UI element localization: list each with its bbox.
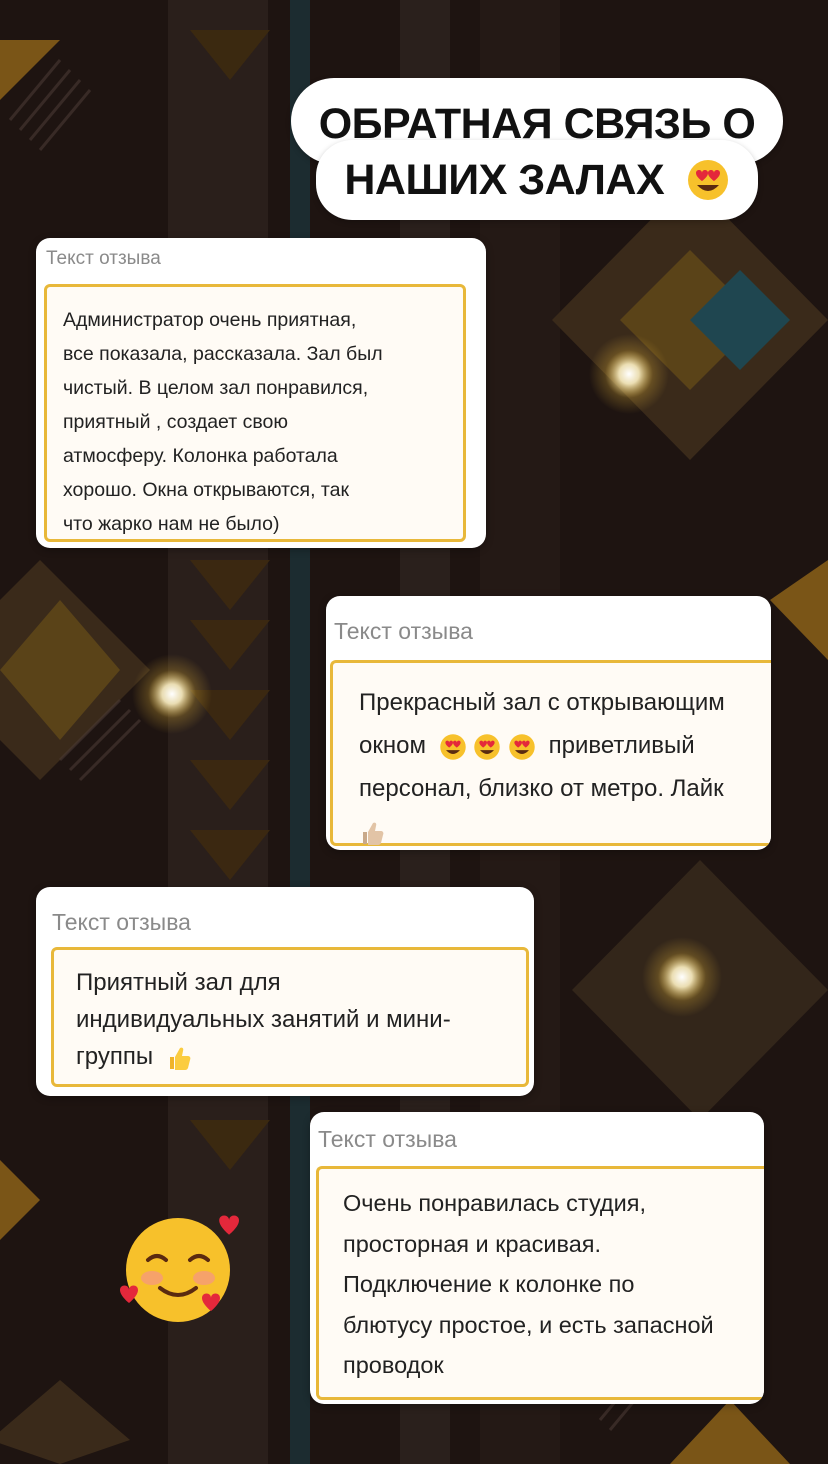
smiling-face-with-hearts-icon: [120, 1215, 239, 1322]
title-line-2-wrap: НАШИХ ЗАЛАХ: [316, 140, 758, 206]
review-text-box: Приятный зал для индивидуальных занятий …: [51, 947, 529, 1087]
thumbs-up-icon: [363, 822, 384, 845]
title-line-2-text: НАШИХ ЗАЛАХ: [344, 156, 665, 204]
review-line: окном: [359, 732, 426, 759]
review-text-box: Администратор очень приятная, все показа…: [44, 284, 466, 542]
review-line: Администратор очень приятная,: [63, 309, 357, 331]
heart-eyes-icon: [474, 733, 501, 760]
review-line-with-emoji: окном приветливый: [359, 724, 771, 767]
review-line: Приятный зал для: [76, 969, 281, 996]
review-card-4: Текст отзыва Очень понравилась студия, п…: [310, 1112, 764, 1404]
heart-eyes-icon: [687, 159, 728, 200]
review-label: Текст отзыва: [334, 618, 473, 644]
review-line-with-emoji: группы: [76, 1038, 512, 1075]
review-line: Подключение к колонке по: [343, 1271, 635, 1297]
heart-eyes-icon: [509, 733, 535, 760]
review-card-2: Текст отзыва Прекрасный зал с открывающи…: [326, 596, 771, 850]
review-line: Прекрасный зал с открывающим: [359, 689, 725, 716]
title-line-2: НАШИХ ЗАЛАХ: [316, 140, 758, 220]
review-line: приятный , создает свою: [63, 411, 288, 433]
thumbs-up-line: [359, 810, 771, 850]
heart-eyes-icon: [439, 733, 466, 760]
review-line: чистый. В целом зал понравился,: [63, 377, 369, 399]
review-label: Текст отзыва: [52, 909, 191, 935]
review-line: персонал, близко от метро. Лайк: [359, 775, 724, 802]
review-line: хорошо. Окна открываются, так: [63, 479, 349, 501]
review-card-1: Текст отзыва Администратор очень приятна…: [36, 238, 486, 548]
review-line: индивидуальных занятий и мини-: [76, 1006, 451, 1033]
review-card-3: Текст отзыва Приятный зал для индивидуал…: [36, 887, 534, 1096]
review-line: просторная и красивая.: [343, 1230, 602, 1257]
review-label: Текст отзыва: [318, 1126, 457, 1152]
story-screen: ОБРАТНАЯ СВЯЗЬ О НАШИХ ЗАЛАХ Текст отзыв…: [0, 0, 828, 1464]
review-text-box: Очень понравилась студия, просторная и к…: [316, 1166, 764, 1400]
review-line: блютусу простое, и есть запасной: [343, 1311, 714, 1338]
review-text-box: Прекрасный зал с открывающим окном приве…: [330, 660, 771, 846]
review-line: приветливый: [548, 732, 695, 759]
review-line: проводок: [343, 1352, 444, 1378]
review-line: группы: [76, 1043, 154, 1070]
thumbs-up-icon: [169, 1047, 191, 1070]
review-line: Очень понравилась студия,: [343, 1190, 647, 1216]
review-line: все показала, рассказала. Зал был: [63, 343, 383, 365]
review-label: Текст отзыва: [46, 248, 161, 269]
review-line: атмосферу. Колонка работала: [63, 445, 338, 467]
review-line: что жарко нам не было): [63, 513, 280, 535]
